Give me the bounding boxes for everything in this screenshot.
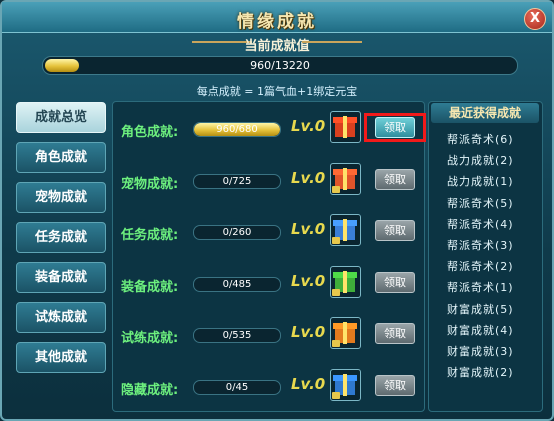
- recent-item: 战力成就(2): [447, 154, 514, 168]
- achievement-progress-bar: 0/535: [193, 328, 281, 343]
- claim-button[interactable]: 领取: [375, 220, 415, 241]
- achievement-label: 任务成就:: [121, 228, 179, 243]
- gift-box-icon: [330, 111, 361, 143]
- achievement-row: 试练成就: 0/535 Lv.0 领取: [113, 308, 424, 360]
- lock-icon: [332, 340, 340, 347]
- claim-button[interactable]: 领取: [375, 271, 415, 293]
- recent-item: 帮派奇术(2): [447, 260, 514, 274]
- lock-icon: [332, 288, 340, 296]
- tab-4[interactable]: 装备成就: [16, 262, 106, 293]
- gift-box-icon: [330, 265, 361, 298]
- claim-button[interactable]: 领取: [375, 323, 415, 344]
- recent-achievements-panel: 最近获得成就 帮派奇术(6) 战力成就(2) 战力成就(1) 帮派奇术(5) 帮派奇术(…: [428, 101, 543, 412]
- achievement-progress-text: 0/725: [222, 175, 252, 187]
- tab-2[interactable]: 宠物成就: [16, 182, 106, 213]
- achievement-row: 隐藏成就: 0/45 Lv.0 领取: [113, 360, 424, 412]
- achievement-rows-panel: 角色成就: 960/680 Lv.0 领取 宠物成就: 0/725 Lv.0 领取 任务成就: 0…: [112, 101, 426, 412]
- achievement-row: 角色成就: 960/680 Lv.0 领取: [113, 102, 426, 154]
- lock-icon: [332, 185, 340, 193]
- achievement-label: 试练成就:: [121, 331, 179, 346]
- conversion-note: 每点成就 = 1篇气血+1绑定元宝: [196, 85, 358, 98]
- lock-icon: [332, 391, 340, 399]
- achievement-label: 装备成就:: [121, 279, 179, 295]
- achievement-label: 隐藏成就:: [121, 382, 179, 398]
- gift-box-icon: [330, 317, 361, 349]
- achievement-label: 角色成就:: [121, 125, 179, 140]
- gift-box-icon: [330, 162, 361, 195]
- achievement-progress-text: 0/485: [222, 278, 252, 290]
- level-text: Lv.0: [291, 374, 326, 393]
- achievement-progress-text: 960/680: [216, 124, 258, 135]
- tab-5[interactable]: 试炼成就: [16, 302, 106, 333]
- recent-item: 财富成就(2): [447, 366, 514, 380]
- window-title: 情缘成就: [237, 12, 317, 32]
- achievement-progress-bar: 0/45: [193, 379, 281, 395]
- category-tabs: 成就总览角色成就宠物成就任务成就装备成就试炼成就其他成就: [16, 102, 110, 382]
- claim-button[interactable]: 领取: [375, 374, 415, 396]
- achievement-progress-bar: 0/485: [193, 276, 281, 292]
- level-text: Lv.0: [291, 220, 326, 238]
- tab-6[interactable]: 其他成就: [16, 342, 106, 373]
- recent-item: 战力成就(1): [447, 175, 514, 189]
- level-text: Lv.0: [291, 117, 326, 135]
- tab-0[interactable]: 成就总览: [16, 102, 106, 133]
- achievement-row: 宠物成就: 0/725 Lv.0 领取: [113, 154, 424, 206]
- level-text: Lv.0: [291, 323, 326, 341]
- total-progress-bar: 960/13220: [42, 56, 518, 75]
- gift-box-icon: [330, 214, 361, 246]
- recent-item: 帮派奇术(3): [447, 239, 514, 252]
- achievement-label: 宠物成就:: [121, 176, 179, 192]
- tab-1[interactable]: 角色成就: [16, 142, 106, 173]
- close-button[interactable]: X: [524, 8, 546, 30]
- recent-item: 财富成就(4): [447, 323, 514, 337]
- recent-title: 最近获得成就: [431, 103, 539, 123]
- achievement-row: 装备成就: 0/485 Lv.0 领取: [113, 257, 424, 309]
- recent-item: 财富成就(5): [447, 302, 514, 316]
- achievement-progress-bar: 0/725: [193, 173, 281, 189]
- total-progress-text: 960/13220: [250, 59, 310, 72]
- achievement-progress-text: 0/535: [222, 330, 252, 341]
- gift-box-icon: [330, 368, 361, 401]
- lock-icon: [332, 237, 340, 244]
- level-text: Lv.0: [291, 168, 326, 187]
- achievement-progress-text: 0/45: [225, 381, 249, 393]
- achievement-progress-text: 0/260: [222, 227, 252, 238]
- achievement-progress-bar: 960/680: [193, 122, 281, 137]
- title-bar: 情缘成就 X: [2, 2, 552, 33]
- ornament-right: [302, 41, 362, 43]
- recent-item: 帮派奇术(5): [447, 196, 514, 210]
- achievement-window: 情缘成就 X 当前成就值 960/13220 每点成就 = 1篇气血+1绑定元宝…: [0, 0, 554, 421]
- claim-button-highlight: [364, 113, 426, 142]
- recent-item: 帮派奇术(1): [447, 281, 514, 295]
- achievement-progress-bar: 0/260: [193, 225, 281, 240]
- recent-item: 帮派奇术(4): [447, 217, 514, 231]
- claim-button[interactable]: 领取: [375, 168, 415, 190]
- recent-item: 帮派奇术(6): [447, 133, 514, 146]
- achievement-row: 任务成就: 0/260 Lv.0 领取: [113, 205, 424, 257]
- current-achievement-label: 当前成就值: [244, 39, 310, 54]
- level-text: Lv.0: [291, 271, 326, 290]
- recent-item: 财富成就(3): [447, 345, 514, 358]
- tab-3[interactable]: 任务成就: [16, 222, 106, 253]
